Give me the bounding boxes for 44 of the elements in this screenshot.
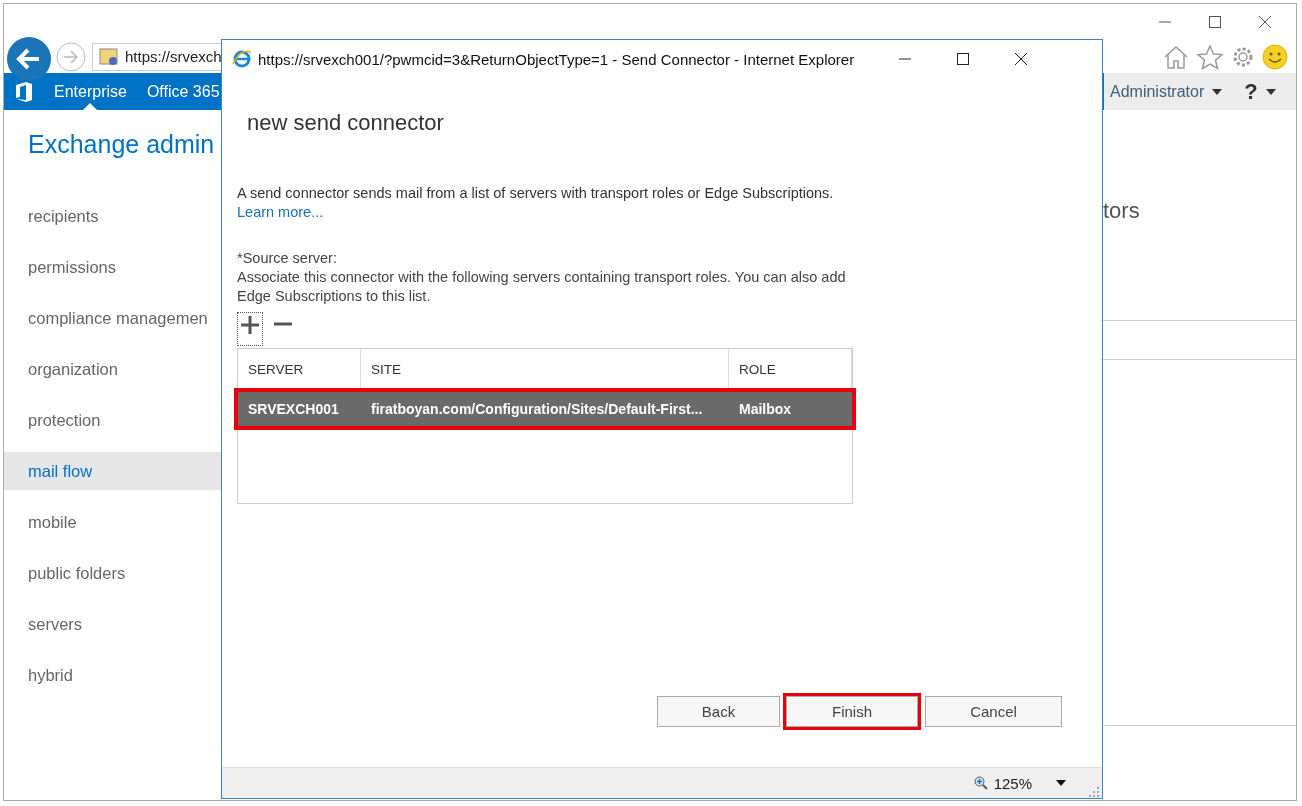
nav-tab[interactable]: Office 365 [146,73,220,110]
nav-item[interactable]: mail flow [4,452,221,490]
dialog-button[interactable]: Back [657,696,780,727]
learn-more-link[interactable]: Learn more... [237,204,324,220]
field-label: *Source server: [237,250,338,266]
dialog-button[interactable]: Finish [786,696,918,727]
page-title: Exchange admin [28,130,216,159]
nav-item[interactable]: compliance managemen [4,299,221,337]
caret-icon[interactable] [1056,780,1066,786]
maximize-icon[interactable] [1208,15,1222,29]
table-cell-text: SRVEXCH001 [247,400,340,419]
nav-item[interactable]: servers [4,605,221,643]
caret-icon [1212,88,1223,95]
resize-grip-icon[interactable] [1088,786,1100,798]
browser-logo-icon [232,49,252,69]
help-text: Associate this connector with the following servers containing transport roles. You can also add Edge Subscriptions to this list. [237,268,847,306]
table-cell-text: Mailbox [738,400,793,419]
table-cell-text: firatboyan.com/Configuration/Sites/Default-First... [370,400,704,419]
dialog-heading: new send connector [247,110,445,136]
help-menu[interactable]: ? [1244,78,1276,105]
star-icon[interactable] [1196,43,1224,70]
office-logo-icon [14,80,34,103]
caret-icon [1265,88,1276,95]
section-text: tors [1103,198,1141,224]
nav-item[interactable]: protection [4,401,221,439]
add-icon[interactable] [237,312,263,346]
page-icon [99,46,119,67]
description-text: A send connector sends mail from a list of servers with transport roles or Edge Subscriptions. [237,185,835,201]
close-icon[interactable] [1014,52,1029,66]
nav-item[interactable]: public folders [4,554,221,592]
nav-item[interactable]: recipients [4,197,221,235]
smiley-icon[interactable] [1262,43,1288,70]
home-icon[interactable] [1162,43,1190,70]
nav-item[interactable]: permissions [4,248,221,286]
zoom-icon[interactable] [973,776,988,790]
nav-tab[interactable]: Enterprise [54,73,127,110]
nav-item[interactable]: hybrid [4,656,221,694]
zoom-level[interactable]: 125% [993,774,1032,792]
nav-item[interactable]: mobile [4,503,221,541]
dialog-button[interactable]: Cancel [925,696,1062,727]
maximize-icon[interactable] [956,52,971,66]
user-menu[interactable]: Administrator [1110,82,1223,101]
close-icon[interactable] [1258,15,1272,29]
nav-item[interactable]: organization [4,350,221,388]
